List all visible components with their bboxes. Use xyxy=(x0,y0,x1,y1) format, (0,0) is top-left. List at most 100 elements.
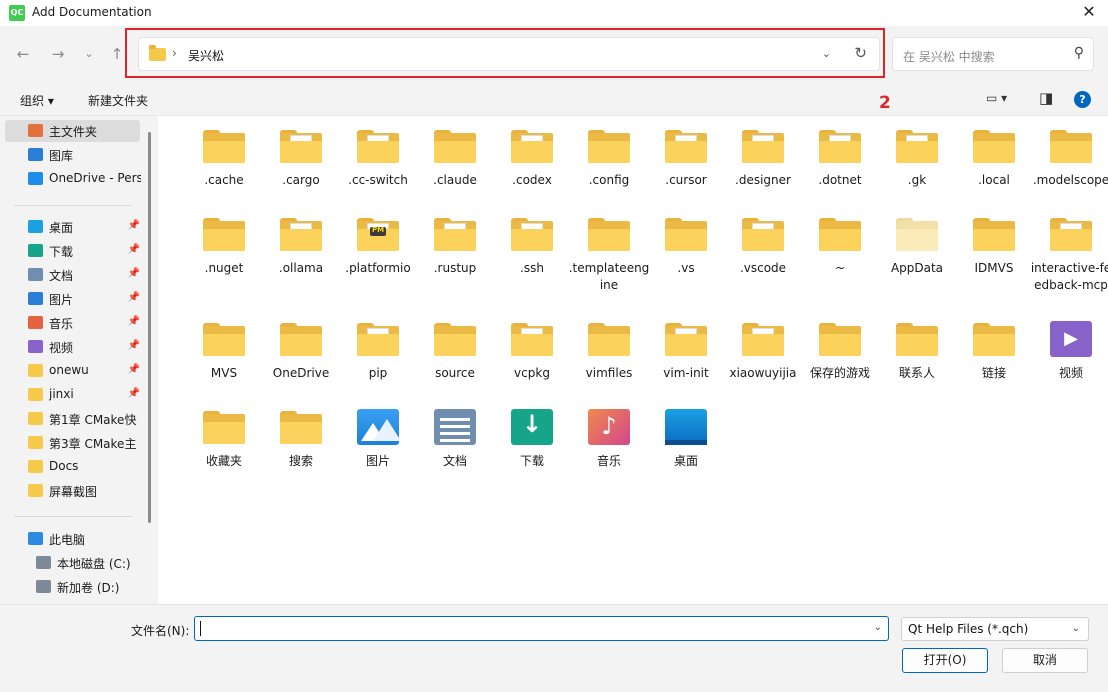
file-item[interactable]: .cursor xyxy=(649,116,723,204)
open-button[interactable]: 打开(O) xyxy=(902,648,988,673)
file-item[interactable]: 保存的游戏 xyxy=(803,309,877,397)
sidebar-item[interactable]: drive-icon 新加卷 (D:) xyxy=(0,576,150,598)
cancel-button[interactable]: 取消 xyxy=(1002,648,1088,673)
pin-icon[interactable]: 📌 xyxy=(128,388,140,399)
sidebar-item[interactable]: computer-icon 此电脑 xyxy=(0,528,150,550)
file-item-name: .vscode xyxy=(739,261,787,275)
file-item[interactable]: IDMVS xyxy=(957,204,1031,292)
sidebar-item[interactable]: documents-icon文档📌 xyxy=(0,264,150,286)
videos-library-icon xyxy=(1050,321,1092,357)
file-item-name: .ollama xyxy=(278,261,324,275)
sidebar-item[interactable]: drive-icon 本地磁盘 (C:) xyxy=(0,552,150,574)
file-item[interactable]: MVS xyxy=(187,309,261,397)
up-arrow-icon[interactable]: ↑ xyxy=(107,44,127,64)
file-item[interactable]: .platformio xyxy=(341,204,415,292)
file-item[interactable]: pip xyxy=(341,309,415,397)
search-box[interactable]: 在 吴兴松 中搜索 ⚲ xyxy=(892,37,1094,71)
file-item[interactable]: interactive-feedback-mcp xyxy=(1031,204,1108,292)
organize-menu[interactable]: 组织 ▾ xyxy=(20,92,54,109)
sidebar-item[interactable]: desktop-icon桌面📌 xyxy=(0,216,150,238)
pin-icon[interactable]: 📌 xyxy=(128,292,140,303)
file-item[interactable]: ~ xyxy=(803,204,877,292)
sidebar-item[interactable]: folder-icon 屏幕截图 xyxy=(0,480,150,502)
file-item[interactable]: .cc-switch xyxy=(341,116,415,204)
preview-pane-icon[interactable]: ◨ xyxy=(1039,89,1053,107)
file-item[interactable]: .config xyxy=(572,116,646,204)
close-icon[interactable]: ✕ xyxy=(1080,3,1098,21)
sidebar-item[interactable]: onedrive-icon OneDrive - Pers xyxy=(0,168,150,190)
file-item[interactable]: 联系人 xyxy=(880,309,954,397)
file-item[interactable]: .templateengine xyxy=(569,204,649,292)
file-type-value[interactable]: Qt Help Files (*.qch) xyxy=(908,622,1028,636)
music-library-icon xyxy=(588,409,630,445)
chevron-down-icon[interactable]: ⌄ xyxy=(1072,623,1080,634)
pin-icon[interactable]: 📌 xyxy=(128,244,140,255)
file-item-name: vcpkg xyxy=(514,366,550,380)
sidebar-item[interactable]: folder-icon 第3章 CMake主 xyxy=(0,432,150,454)
file-item[interactable]: 音乐 xyxy=(572,397,646,485)
folder-icon xyxy=(819,218,861,251)
file-item[interactable]: xiaowuyijia xyxy=(726,309,800,397)
file-item[interactable]: vim-init xyxy=(649,309,723,397)
sidebar-item[interactable]: music-icon音乐📌 xyxy=(0,312,150,334)
file-item[interactable]: 图片 xyxy=(341,397,415,485)
pin-icon[interactable]: 📌 xyxy=(128,316,140,327)
sidebar-item-label: OneDrive - Pers xyxy=(49,171,141,185)
sidebar-item[interactable]: folder-iconjinxi📌 xyxy=(0,384,150,406)
back-arrow-icon[interactable]: ← xyxy=(13,44,33,64)
file-item[interactable]: .modelscope xyxy=(1033,116,1108,204)
new-folder-button[interactable]: 新建文件夹 xyxy=(88,92,148,109)
sidebar-item[interactable]: pictures-icon图片📌 xyxy=(0,288,150,310)
sidebar-item[interactable]: download-icon下载📌 xyxy=(0,240,150,262)
help-icon[interactable]: ? xyxy=(1074,91,1091,108)
sidebar-item[interactable]: folder-icon 第1章 CMake快 xyxy=(0,408,150,430)
search-icon[interactable]: ⚲ xyxy=(1074,45,1084,61)
chevron-down-icon[interactable]: ⌄ xyxy=(874,622,882,633)
file-item[interactable]: 搜索 xyxy=(264,397,338,485)
filename-input[interactable]: ⌄ xyxy=(194,616,889,641)
recent-locations-chevron-icon[interactable]: ⌄ xyxy=(79,44,99,64)
pin-icon[interactable]: 📌 xyxy=(128,364,140,375)
file-type-select[interactable]: Qt Help Files (*.qch) ⌄ xyxy=(901,617,1089,641)
file-item[interactable]: .cache xyxy=(187,116,261,204)
file-item[interactable]: 下载 xyxy=(495,397,569,485)
window-title: Add Documentation xyxy=(32,5,152,19)
file-item[interactable]: .cargo xyxy=(264,116,338,204)
sidebar-item[interactable]: gallery-icon 图库 xyxy=(0,144,150,166)
sidebar-item[interactable]: folder-icononewu📌 xyxy=(0,360,150,382)
view-mode-icon[interactable]: ▭ ▾ xyxy=(986,91,1007,105)
file-item[interactable]: 文档 xyxy=(418,397,492,485)
folder-icon xyxy=(588,218,630,251)
file-item[interactable]: .vscode xyxy=(726,204,800,292)
file-item[interactable]: .dotnet xyxy=(803,116,877,204)
file-item[interactable]: .rustup xyxy=(418,204,492,292)
file-item[interactable]: .codex xyxy=(495,116,569,204)
file-item[interactable]: .claude xyxy=(418,116,492,204)
file-item[interactable]: vimfiles xyxy=(572,309,646,397)
sidebar-item[interactable]: home-icon 主文件夹 xyxy=(5,120,140,142)
file-item[interactable]: .ollama xyxy=(264,204,338,292)
file-item[interactable]: .local xyxy=(957,116,1031,204)
file-item[interactable]: .vs xyxy=(649,204,723,292)
sidebar-item[interactable]: folder-icon Docs xyxy=(0,456,150,478)
sidebar-item[interactable]: videos-icon视频📌 xyxy=(0,336,150,358)
file-item[interactable]: 收藏夹 xyxy=(187,397,261,485)
file-item[interactable]: AppData xyxy=(880,204,954,292)
folder-icon xyxy=(1050,130,1092,163)
file-item[interactable]: 桌面 xyxy=(649,397,723,485)
file-item[interactable]: OneDrive xyxy=(264,309,338,397)
file-item[interactable]: .ssh xyxy=(495,204,569,292)
file-item[interactable]: vcpkg xyxy=(495,309,569,397)
annotation-label-2: 2 xyxy=(879,93,891,113)
pin-icon[interactable]: 📌 xyxy=(128,268,140,279)
file-item[interactable]: .gk xyxy=(880,116,954,204)
file-item[interactable]: .designer xyxy=(726,116,800,204)
pin-icon[interactable]: 📌 xyxy=(128,340,140,351)
file-item[interactable]: .nuget xyxy=(187,204,261,292)
folder-icon xyxy=(280,218,322,251)
file-item[interactable]: 链接 xyxy=(957,309,1031,397)
file-item[interactable]: source xyxy=(418,309,492,397)
forward-arrow-icon[interactable]: → xyxy=(48,44,68,64)
file-item[interactable]: 视频 xyxy=(1034,309,1108,397)
pin-icon[interactable]: 📌 xyxy=(128,220,140,231)
